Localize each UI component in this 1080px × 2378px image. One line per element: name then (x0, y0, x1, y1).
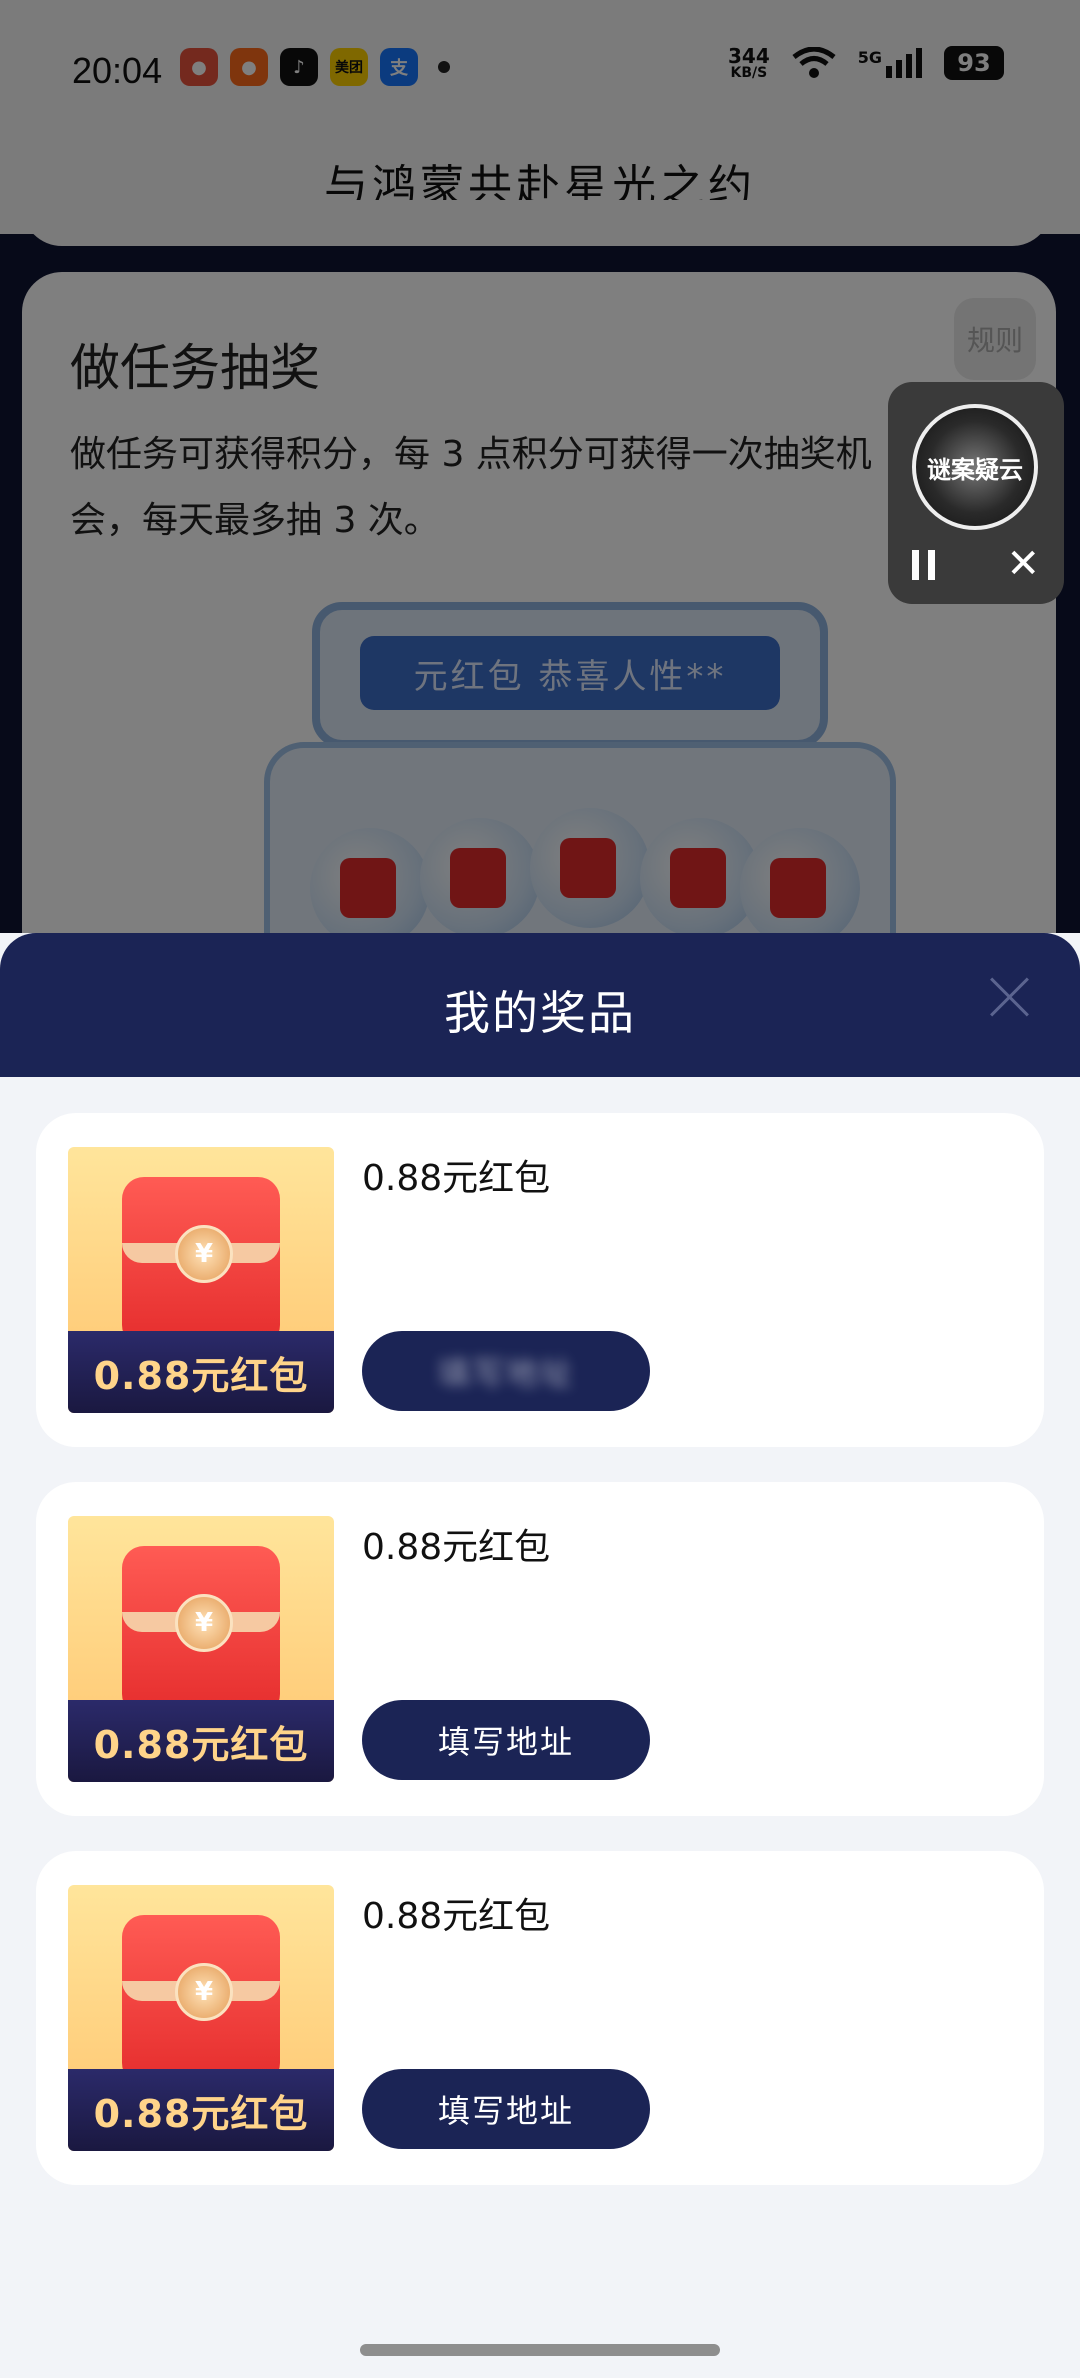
album-disc-icon[interactable]: 谜案疑云 (912, 404, 1038, 530)
red-packet-image: ¥ 0.88元红包 (68, 1516, 334, 1782)
fill-address-button[interactable]: 填写地址 (362, 1331, 650, 1411)
sheet-title: 我的奖品 (444, 986, 636, 1040)
red-packet-image: ¥ 0.88元红包 (68, 1147, 334, 1413)
yuan-coin-icon: ¥ (175, 1963, 233, 2021)
prize-card: ¥ 0.88元红包 0.88元红包 填写地址 (36, 1482, 1044, 1816)
prize-name: 0.88元红包 (362, 1527, 551, 1568)
close-icon[interactable] (990, 977, 1030, 1017)
close-player-icon[interactable]: ✕ (1006, 544, 1040, 584)
fill-address-button[interactable]: 填写地址 (362, 2069, 650, 2149)
prize-name: 0.88元红包 (362, 1158, 551, 1199)
album-title: 谜案疑云 (927, 456, 1023, 484)
sheet-header: 我的奖品 (0, 933, 1080, 1077)
audio-player-widget[interactable]: 谜案疑云 ✕ (888, 382, 1064, 604)
prize-card: ¥ 0.88元红包 0.88元红包 填写地址 (36, 1113, 1044, 1447)
prize-image-label: 0.88元红包 (93, 2091, 309, 2136)
prize-name: 0.88元红包 (362, 1896, 551, 1937)
red-packet-image: ¥ 0.88元红包 (68, 1885, 334, 2151)
fill-address-button[interactable]: 填写地址 (362, 1700, 650, 1780)
yuan-coin-icon: ¥ (175, 1225, 233, 1283)
prize-card: ¥ 0.88元红包 0.88元红包 填写地址 (36, 1851, 1044, 2185)
prize-image-label: 0.88元红包 (93, 1722, 309, 1767)
home-indicator[interactable] (360, 2344, 720, 2356)
pause-icon[interactable] (910, 550, 940, 580)
my-prizes-sheet: 我的奖品 ¥ 0.88元红包 0.88元红包 填写地址 ¥ 0.88元红包 0.… (0, 933, 1080, 2378)
yuan-coin-icon: ¥ (175, 1594, 233, 1652)
prize-image-label: 0.88元红包 (93, 1353, 309, 1398)
